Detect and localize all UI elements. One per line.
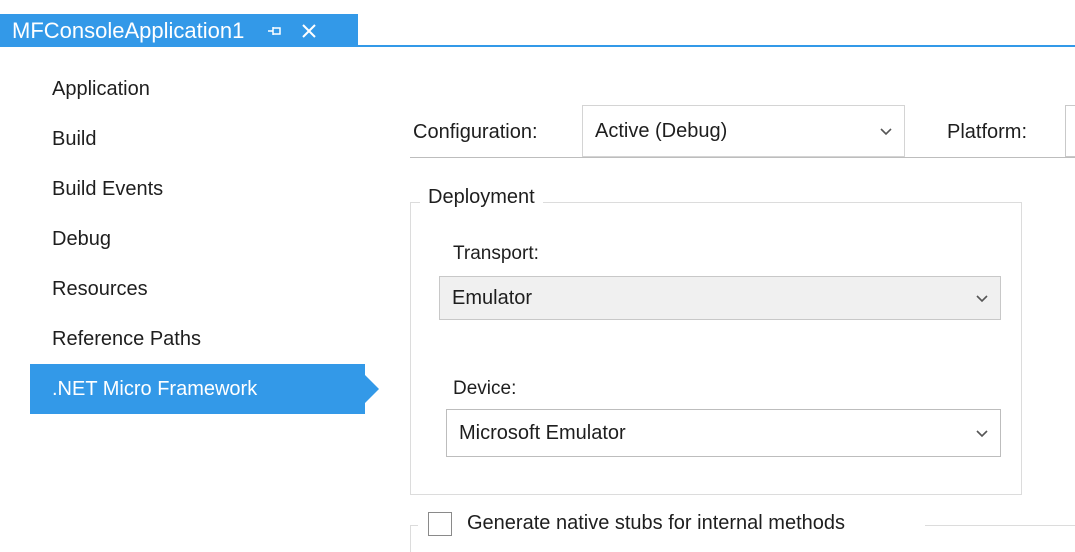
platform-label: Platform:: [947, 121, 1028, 143]
nav-item-debug[interactable]: Debug: [30, 214, 365, 264]
chevron-down-icon: [964, 290, 1000, 306]
pin-icon[interactable]: [266, 24, 284, 38]
configuration-dropdown[interactable]: Active (Debug): [582, 105, 905, 157]
chevron-down-icon: [868, 123, 904, 139]
native-stubs-checkbox[interactable]: [428, 512, 452, 536]
close-icon[interactable]: [298, 23, 320, 39]
document-tab[interactable]: MFConsoleApplication1: [0, 14, 358, 47]
deployment-legend: Deployment: [420, 186, 543, 209]
property-pages-nav: Application Build Build Events Debug Res…: [30, 64, 380, 414]
tab-title: MFConsoleApplication1: [12, 17, 245, 43]
device-dropdown[interactable]: Microsoft Emulator: [446, 409, 1001, 457]
device-label: Device:: [453, 378, 517, 399]
platform-dropdown[interactable]: [1065, 105, 1075, 157]
nav-item-resources[interactable]: Resources: [30, 264, 365, 314]
document-tab-strip: MFConsoleApplication1: [0, 0, 1075, 47]
configuration-label: Configuration:: [413, 121, 538, 143]
options-group-border: [410, 525, 418, 526]
chevron-down-icon: [964, 425, 1000, 441]
nav-item-build-events[interactable]: Build Events: [30, 164, 365, 214]
options-group-side: [410, 525, 411, 552]
native-stubs-label[interactable]: Generate native stubs for internal metho…: [467, 512, 845, 535]
nav-item-application[interactable]: Application: [30, 64, 365, 114]
config-divider: [410, 157, 1075, 158]
options-group-top: [925, 525, 1075, 526]
transport-label: Transport:: [453, 243, 539, 264]
device-value: Microsoft Emulator: [459, 421, 626, 444]
tab-underline: [358, 45, 1075, 47]
nav-item-net-micro-framework[interactable]: .NET Micro Framework: [30, 364, 379, 414]
transport-value: Emulator: [452, 286, 533, 309]
nav-item-reference-paths[interactable]: Reference Paths: [30, 314, 365, 364]
nav-item-build[interactable]: Build: [30, 114, 365, 164]
configuration-value: Active (Debug): [595, 119, 728, 142]
transport-dropdown[interactable]: Emulator: [439, 276, 1001, 320]
